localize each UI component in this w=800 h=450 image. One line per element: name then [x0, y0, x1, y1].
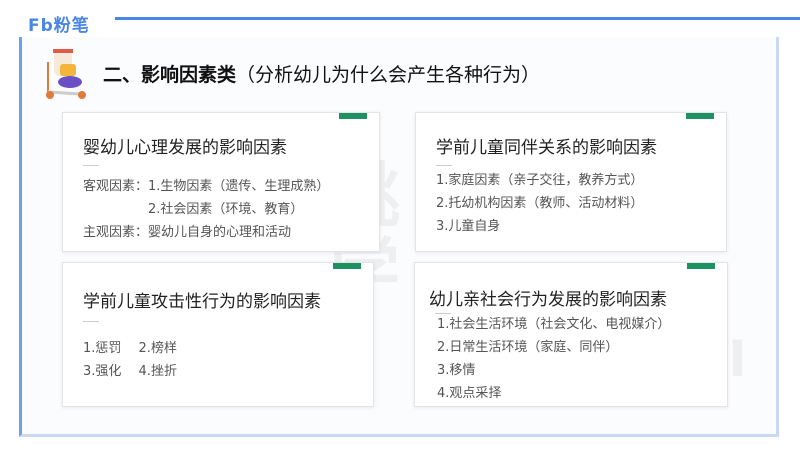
card-prosocial-factors: 幼儿亲社会行为发展的影响因素 1.社会生活环境（社会文化、电视媒介） 2.日常生…	[414, 262, 728, 407]
list-item: 2.日常生活环境（家庭、同伴）	[437, 340, 619, 355]
brand-logo: Fb粉笔	[28, 16, 90, 36]
card-peer-relation-factors: 学前儿童同伴关系的影响因素 1.家庭因素（亲子交往，教养方式） 2.托幼机构因素…	[415, 112, 727, 252]
title-sub: （分析幼儿为什么会产生各种行为）	[236, 64, 541, 86]
card-accent	[687, 263, 715, 269]
card-aggression-factors: 学前儿童攻击性行为的影响因素 1.惩罚 2.榜样 3.强化 4.挫折	[62, 262, 374, 407]
page-title: 二、影响因素类（分析幼儿为什么会产生各种行为）	[103, 60, 540, 87]
header-divider	[115, 17, 800, 20]
card-body: 1.惩罚 2.榜样 3.强化 4.挫折	[83, 337, 177, 383]
card-accent	[339, 113, 367, 119]
card-infant-psych-factors: 婴幼儿心理发展的影响因素 客观因素：1.生物因素（遗传、生理成熟） 2.社会因素…	[62, 112, 380, 252]
list-item: 3.强化 4.挫折	[83, 364, 177, 379]
card-body: 1.社会生活环境（社会文化、电视媒介） 2.日常生活环境（家庭、同伴） 3.移情…	[437, 313, 670, 405]
list-item: 4.观点采择	[437, 386, 502, 401]
card-body: 客观因素：1.生物因素（遗传、生理成熟） 2.社会因素（环境、教育） 主观因素：…	[83, 175, 329, 244]
list-item: 1.惩罚 2.榜样	[83, 341, 177, 356]
list-item: 1.社会生活环境（社会文化、电视媒介）	[437, 317, 671, 332]
title-dash	[436, 165, 452, 166]
list-item: 2.社会因素（环境、教育）	[83, 202, 304, 217]
card-accent	[686, 113, 714, 119]
title-dash	[83, 165, 99, 166]
card-title: 学前儿童同伴关系的影响因素	[436, 138, 657, 158]
list-item: 3.移情	[437, 363, 476, 378]
title-main: 二、影响因素类	[103, 64, 237, 86]
card-title: 学前儿童攻击性行为的影响因素	[83, 292, 321, 312]
list-item: 1.家庭因素（亲子交往，教养方式）	[436, 173, 644, 188]
title-dash	[83, 321, 99, 322]
card-title: 幼儿亲社会行为发展的影响因素	[429, 290, 667, 310]
list-item: 2.托幼机构因素（教师、活动材料）	[436, 196, 644, 211]
card-body: 1.家庭因素（亲子交往，教养方式） 2.托幼机构因素（教师、活动材料） 3.儿童…	[436, 169, 643, 238]
list-item: 3.儿童自身	[436, 219, 501, 234]
list-item: 客观因素：1.生物因素（遗传、生理成熟）	[83, 179, 330, 194]
card-title: 婴幼儿心理发展的影响因素	[83, 138, 287, 158]
list-item: 主观因素：婴幼儿自身的心理和活动	[83, 225, 292, 240]
card-accent	[333, 263, 361, 269]
mascot-illustration	[46, 49, 86, 99]
